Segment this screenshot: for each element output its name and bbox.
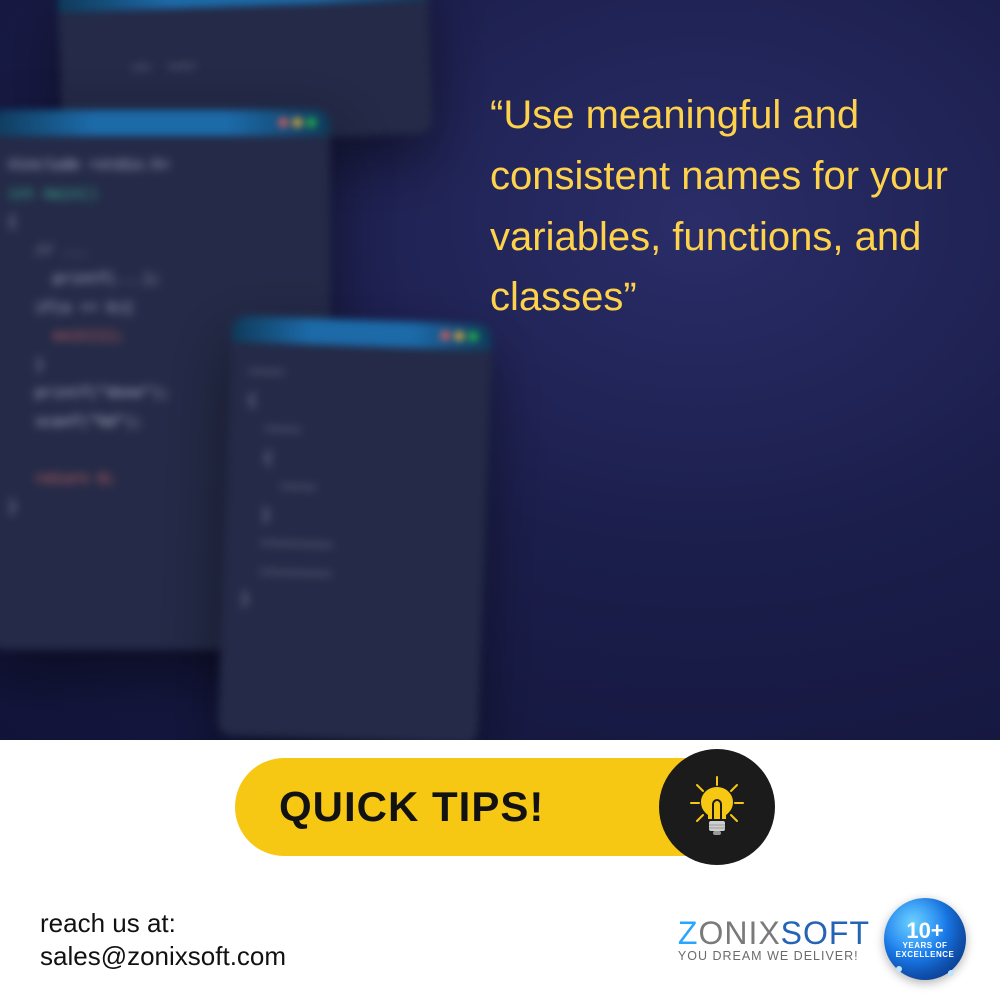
footer-section: QUICK TIPS! [0, 740, 1000, 1000]
contact-email: sales@zonixsoft.com [40, 940, 286, 973]
lightbulb-icon [659, 749, 775, 865]
code-window-decoration: ———— { ———— { ———— } ———————— ———————— } [218, 316, 492, 740]
brand-tagline: YOU DREAM WE DELIVER! [678, 949, 870, 963]
brand-block: ZONIXSOFT YOU DREAM WE DELIVER! 10+ YEAR… [678, 898, 966, 980]
excellence-badge: 10+ YEARS OF EXCELLENCE [884, 898, 966, 980]
tip-quote: “Use meaningful and consistent names for… [490, 85, 968, 328]
contact-block: reach us at: sales@zonixsoft.com [40, 907, 286, 972]
hero-section: —— ——— #include <stdio.h> int main() { /… [0, 0, 1000, 740]
quick-tips-pill: QUICK TIPS! [235, 758, 765, 856]
quick-tips-label: QUICK TIPS! [279, 783, 544, 831]
brand-name: ZONIXSOFT [678, 915, 870, 952]
contact-label: reach us at: [40, 907, 286, 940]
